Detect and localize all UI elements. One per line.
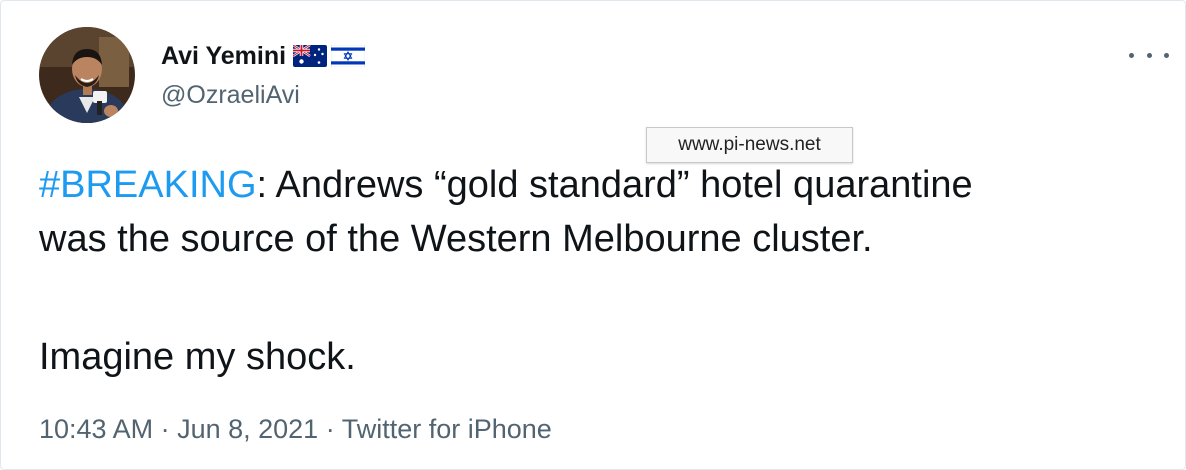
tweet-card: Avi Yemini @OzraeliAvi #BREAKING: Andrew… [0, 0, 1186, 470]
link-url-tooltip: www.pi-news.net [646, 127, 853, 163]
more-dot-icon [1129, 52, 1134, 58]
hashtag-link[interactable]: #BREAKING [39, 164, 257, 206]
tweet-source[interactable]: Twitter for iPhone [342, 414, 552, 444]
tweet-text: #BREAKING: Andrews “gold standard” hotel… [39, 158, 1159, 384]
more-dot-icon [1164, 52, 1169, 58]
author-name-row: Avi Yemini [161, 39, 366, 73]
avatar[interactable] [39, 27, 135, 123]
tweet-meta: 10:43 AM · Jun 8, 2021 · Twitter for iPh… [39, 414, 552, 445]
tweet-line-2: was the source of the Western Melbourne … [39, 218, 873, 260]
author-handle[interactable]: @OzraeliAvi [161, 81, 300, 110]
more-options-button[interactable] [1129, 47, 1169, 63]
tweet-line-1-text: : Andrews “gold standard” hotel quaranti… [256, 164, 973, 206]
australia-flag-icon [293, 45, 328, 67]
tweet-spacer [39, 266, 1159, 330]
tweet-time[interactable]: 10:43 AM [39, 414, 153, 444]
tweet-line-1: #BREAKING: Andrews “gold standard” hotel… [39, 158, 1159, 212]
tweet-line-3: Imagine my shock. [39, 336, 356, 378]
tweet-date[interactable]: Jun 8, 2021 [177, 414, 318, 444]
display-name[interactable]: Avi Yemini [161, 42, 286, 71]
israel-flag-icon [331, 45, 366, 67]
meta-separator: · [153, 414, 178, 444]
meta-separator: · [318, 414, 342, 444]
more-dot-icon [1146, 52, 1152, 58]
avatar-photo [39, 27, 135, 123]
